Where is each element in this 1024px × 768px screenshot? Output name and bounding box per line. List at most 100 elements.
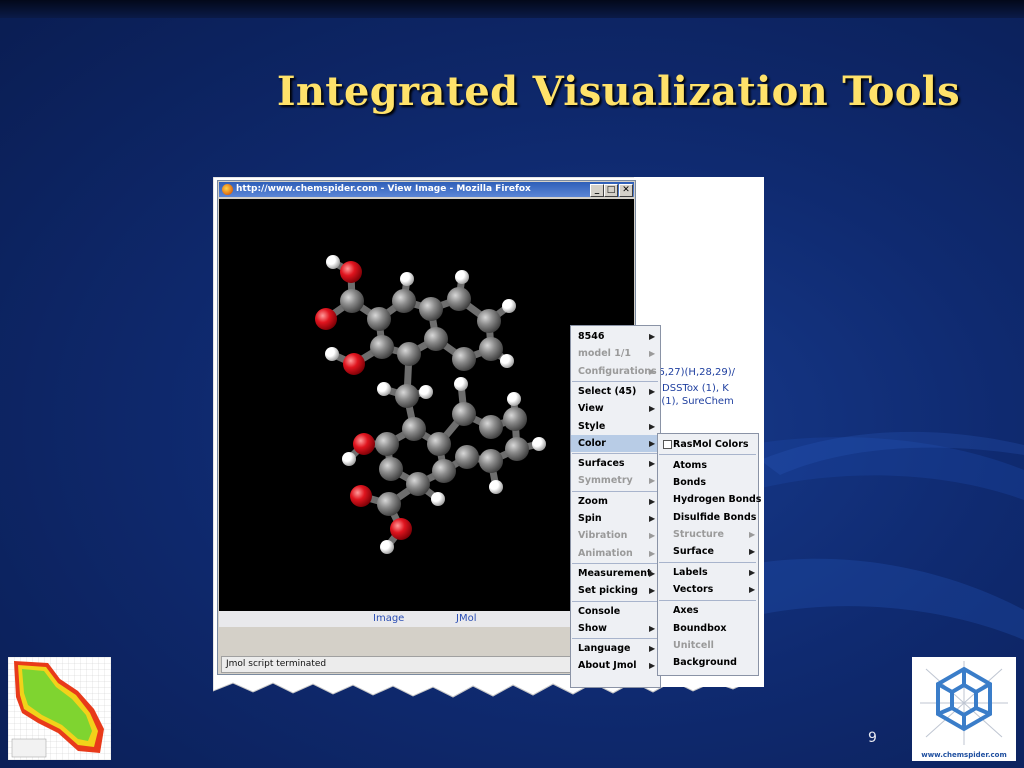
carbon-atom[interactable] (479, 415, 503, 439)
menu-item-rasmol-colors[interactable]: RasMol Colors (658, 436, 757, 453)
image-link[interactable]: Image (373, 613, 404, 624)
menu-item-language[interactable]: Language ▶ (571, 640, 659, 657)
checkbox-icon[interactable] (663, 440, 672, 449)
carbon-atom[interactable] (503, 407, 527, 431)
oxygen-atom[interactable] (315, 308, 337, 330)
menu-item-console[interactable]: Console (571, 603, 659, 620)
hydrogen-atom[interactable] (532, 437, 546, 451)
left-logo (8, 657, 111, 760)
menu-item-select-45[interactable]: Select (45) ▶ (571, 383, 659, 400)
maximize-button[interactable]: □ (604, 184, 618, 197)
menu-item-about-jmol[interactable]: About Jmol ▶ (571, 657, 659, 674)
carbon-atom[interactable] (379, 457, 403, 481)
oxygen-atom[interactable] (390, 518, 412, 540)
chevron-right-icon: ▶ (649, 661, 656, 671)
window-titlebar[interactable]: http://www.chemspider.com - View Image -… (219, 182, 634, 197)
carbon-atom[interactable] (447, 287, 471, 311)
carbon-atom[interactable] (402, 417, 426, 441)
carbon-atom[interactable] (406, 472, 430, 496)
color-item-axes[interactable]: Axes (658, 602, 757, 619)
color-item-vectors[interactable]: Vectors ▶ (658, 581, 757, 598)
hydrogen-atom[interactable] (500, 354, 514, 368)
carbon-atom[interactable] (340, 289, 364, 313)
carbon-atom[interactable] (377, 492, 401, 516)
menu-item-label: Atoms (673, 459, 707, 471)
hydrogen-atom[interactable] (419, 385, 433, 399)
carbon-atom[interactable] (392, 289, 416, 313)
menu-item-measurement[interactable]: Measurement ▶ (571, 565, 659, 582)
minimize-button[interactable]: _ (590, 184, 604, 197)
carbon-atom[interactable] (424, 327, 448, 351)
carbon-atom[interactable] (477, 309, 501, 333)
menu-item-label: Configurations (578, 365, 657, 377)
color-item-background[interactable]: Background (658, 654, 757, 671)
color-item-hydrogen-bonds[interactable]: Hydrogen Bonds (658, 491, 761, 508)
carbon-atom[interactable] (370, 335, 394, 359)
carbon-atom[interactable] (367, 307, 391, 331)
menu-item-zoom[interactable]: Zoom ▶ (571, 493, 659, 510)
hydrogen-atom[interactable] (326, 255, 340, 269)
hydrogen-atom[interactable] (455, 270, 469, 284)
hydrogen-atom[interactable] (502, 299, 516, 313)
carbon-atom[interactable] (452, 347, 476, 371)
menu-item-8546[interactable]: 8546 ▶ (571, 328, 659, 345)
carbon-atom[interactable] (505, 437, 529, 461)
menu-item-configurations: Configurations ▶ (571, 363, 659, 380)
carbon-atom[interactable] (479, 337, 503, 361)
carbon-atom[interactable] (479, 449, 503, 473)
color-item-disulfide-bonds[interactable]: Disulfide Bonds (658, 509, 757, 526)
carbon-atom[interactable] (419, 297, 443, 321)
hydrogen-atom[interactable] (325, 347, 339, 361)
carbon-atom[interactable] (427, 432, 451, 456)
screenshot: 26,27)(H,28,29)/ A DSSTox (1), K e (1), … (213, 177, 768, 700)
menu-separator (659, 561, 756, 563)
menu-item-style[interactable]: Style ▶ (571, 418, 659, 435)
carbon-atom[interactable] (395, 384, 419, 408)
hydrogen-atom[interactable] (431, 492, 445, 506)
carbon-atom[interactable] (397, 342, 421, 366)
hydrogen-atom[interactable] (489, 480, 503, 494)
menu-item-spin[interactable]: Spin ▶ (571, 510, 659, 527)
chevron-right-icon: ▶ (649, 459, 656, 469)
menu-item-set-picking[interactable]: Set picking ▶ (571, 582, 659, 599)
hydrogen-atom[interactable] (507, 392, 521, 406)
hydrogen-atom[interactable] (377, 382, 391, 396)
status-bar: Jmol script terminated (221, 656, 587, 673)
hydrogen-atom[interactable] (380, 540, 394, 554)
oxygen-atom[interactable] (340, 261, 362, 283)
menu-item-model-1-1: model 1/1 ▶ (571, 345, 659, 362)
menu-item-label: Style (578, 420, 606, 432)
color-item-bonds[interactable]: Bonds (658, 474, 757, 491)
menu-item-view[interactable]: View ▶ (571, 400, 659, 417)
jmol-link[interactable]: JMol (456, 613, 476, 624)
menu-item-label: Background (673, 657, 737, 669)
carbon-atom[interactable] (452, 402, 476, 426)
color-item-atoms[interactable]: Atoms (658, 457, 757, 474)
hydrogen-atom[interactable] (454, 377, 468, 391)
color-item-surface[interactable]: Surface ▶ (658, 543, 757, 560)
menu-item-label: Hydrogen Bonds (673, 494, 762, 506)
slide-title: Integrated Visualization Tools (276, 68, 960, 115)
menu-item-surfaces[interactable]: Surfaces ▶ (571, 455, 659, 472)
hydrogen-atom[interactable] (342, 452, 356, 466)
carbon-atom[interactable] (432, 459, 456, 483)
close-button[interactable]: ✕ (619, 184, 633, 197)
oxygen-atom[interactable] (350, 485, 372, 507)
menu-item-show[interactable]: Show ▶ (571, 620, 659, 637)
oxygen-atom[interactable] (353, 433, 375, 455)
chevron-right-icon: ▶ (649, 531, 656, 541)
oxygen-atom[interactable] (343, 353, 365, 375)
hydrogen-atom[interactable] (400, 272, 414, 286)
color-submenu: RasMol Colors Atoms Bonds Hydrogen Bonds Dis… (657, 433, 761, 676)
chevron-right-icon: ▶ (749, 530, 756, 539)
menu-item-label: Structure (673, 529, 724, 540)
menu-item-label: Select (45) (578, 385, 637, 397)
menu-item-label: Bonds (673, 477, 706, 489)
carbon-atom[interactable] (455, 445, 479, 469)
menu-item-color[interactable]: Color ▶ (571, 434, 659, 452)
carbon-atom[interactable] (375, 432, 399, 456)
chevron-right-icon: ▶ (649, 476, 656, 486)
color-item-boundbox[interactable]: Boundbox (658, 620, 757, 637)
color-item-labels[interactable]: Labels ▶ (658, 564, 757, 581)
chevron-right-icon: ▶ (649, 586, 656, 596)
